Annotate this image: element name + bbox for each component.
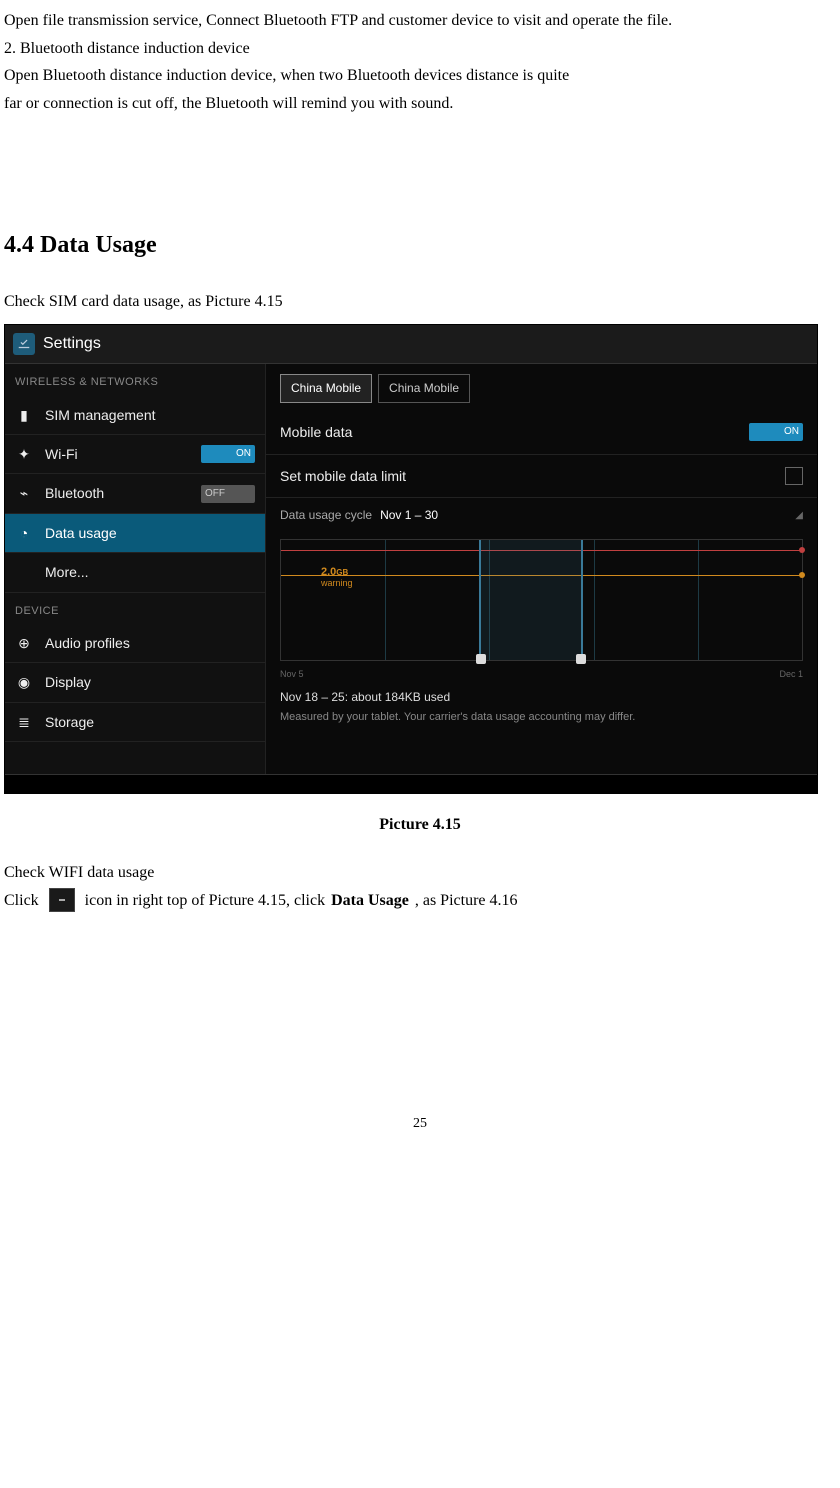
settings-icon — [13, 333, 35, 355]
settings-title: Settings — [43, 331, 101, 357]
paragraph-distance-1: Open Bluetooth distance induction device… — [4, 63, 836, 89]
paragraph-heading-2: 2. Bluetooth distance induction device — [4, 36, 836, 62]
figure-caption: Picture 4.15 — [4, 812, 836, 838]
nav-bar — [5, 774, 817, 793]
data-usage-chart[interactable]: 2.0GB warning — [280, 539, 803, 661]
display-icon: ◉ — [15, 671, 33, 693]
sidebar-item-wifi[interactable]: ✦ Wi-Fi ON — [5, 435, 265, 474]
axis-start: Nov 5 — [280, 667, 304, 681]
wifi-heading: Check WIFI data usage — [4, 860, 836, 886]
set-limit-checkbox[interactable] — [785, 467, 803, 485]
sim-tabs: China Mobile China Mobile — [280, 374, 817, 403]
paragraph-ftp: Open file transmission service, Connect … — [4, 8, 836, 34]
settings-header: Settings — [5, 325, 817, 364]
page-number: 25 — [4, 1113, 836, 1135]
wifi-text-end: , as Picture 4.16 — [415, 888, 518, 914]
tab-sim2[interactable]: China Mobile — [378, 374, 470, 403]
sidebar-label-more: More... — [45, 561, 89, 583]
sidebar-label-storage: Storage — [45, 711, 94, 733]
wifi-text-post: icon in right top of Picture 4.15, click — [85, 888, 325, 914]
section-heading: 4.4 Data Usage — [4, 226, 836, 264]
overflow-menu-icon — [49, 888, 75, 912]
sidebar-item-bluetooth[interactable]: ⌁ Bluetooth OFF — [5, 474, 265, 513]
sidebar-label-bluetooth: Bluetooth — [45, 482, 104, 504]
sidebar-label-wifi: Wi-Fi — [45, 443, 78, 465]
paragraph-check-sim: Check SIM card data usage, as Picture 4.… — [4, 289, 836, 315]
row-set-limit[interactable]: Set mobile data limit — [266, 455, 817, 498]
value-cycle: Nov 1 – 30 — [380, 506, 438, 525]
wifi-switch[interactable]: ON — [201, 445, 255, 463]
settings-main: China Mobile China Mobile Mobile data ON… — [265, 364, 817, 774]
label-mobile-data: Mobile data — [280, 421, 352, 443]
sidebar-item-audio[interactable]: ⊕ Audio profiles — [5, 624, 265, 663]
bluetooth-switch[interactable]: OFF — [201, 485, 255, 503]
screenshot-figure: Settings WIRELESS & NETWORKS ▮ SIM manag… — [4, 324, 836, 794]
wifi-instruction: Click icon in right top of Picture 4.15,… — [4, 888, 836, 914]
sidebar-item-display[interactable]: ◉ Display — [5, 663, 265, 702]
mobile-data-switch[interactable]: ON — [749, 423, 803, 441]
sim-icon: ▮ — [15, 404, 33, 426]
chart-axis: Nov 5 Dec 1 — [280, 667, 803, 681]
warning-label: warning — [321, 576, 353, 590]
label-cycle: Data usage cycle — [280, 506, 372, 525]
row-mobile-data[interactable]: Mobile data ON — [266, 411, 817, 454]
selection-handle-right[interactable] — [576, 654, 586, 664]
sidebar-label-display: Display — [45, 671, 91, 693]
chevron-down-icon: ◢ — [795, 508, 803, 524]
audio-icon: ⊕ — [15, 632, 33, 654]
settings-screenshot: Settings WIRELESS & NETWORKS ▮ SIM manag… — [4, 324, 818, 794]
usage-disclaimer: Measured by your tablet. Your carrier's … — [266, 709, 817, 737]
sidebar-label-data-usage: Data usage — [45, 522, 117, 544]
wifi-text-pre: Click — [4, 888, 39, 914]
tab-sim1[interactable]: China Mobile — [280, 374, 372, 403]
section-wireless: WIRELESS & NETWORKS — [5, 364, 265, 396]
row-cycle[interactable]: Data usage cycle Nov 1 – 30 ◢ — [266, 498, 817, 533]
settings-sidebar: WIRELESS & NETWORKS ▮ SIM management ✦ W… — [5, 364, 265, 774]
storage-icon: ≣ — [15, 711, 33, 733]
sidebar-item-data-usage[interactable]: ◔ Data usage — [5, 514, 265, 553]
section-device: DEVICE — [5, 593, 265, 625]
sidebar-item-storage[interactable]: ≣ Storage — [5, 703, 265, 742]
sidebar-item-more[interactable]: More... — [5, 553, 265, 592]
paragraph-distance-2: far or connection is cut off, the Blueto… — [4, 91, 836, 117]
wifi-icon: ✦ — [15, 443, 33, 465]
bluetooth-icon: ⌁ — [15, 482, 33, 504]
usage-summary: Nov 18 – 25: about 184KB used — [266, 684, 817, 709]
data-usage-icon: ◔ — [15, 522, 33, 544]
selection-range[interactable] — [479, 540, 583, 660]
label-set-limit: Set mobile data limit — [280, 465, 406, 487]
axis-end: Dec 1 — [779, 667, 803, 681]
sidebar-label-sim: SIM management — [45, 404, 156, 426]
sidebar-label-audio: Audio profiles — [45, 632, 130, 654]
wifi-bold: Data Usage — [331, 888, 409, 914]
sidebar-item-sim[interactable]: ▮ SIM management — [5, 396, 265, 435]
selection-handle-left[interactable] — [476, 654, 486, 664]
